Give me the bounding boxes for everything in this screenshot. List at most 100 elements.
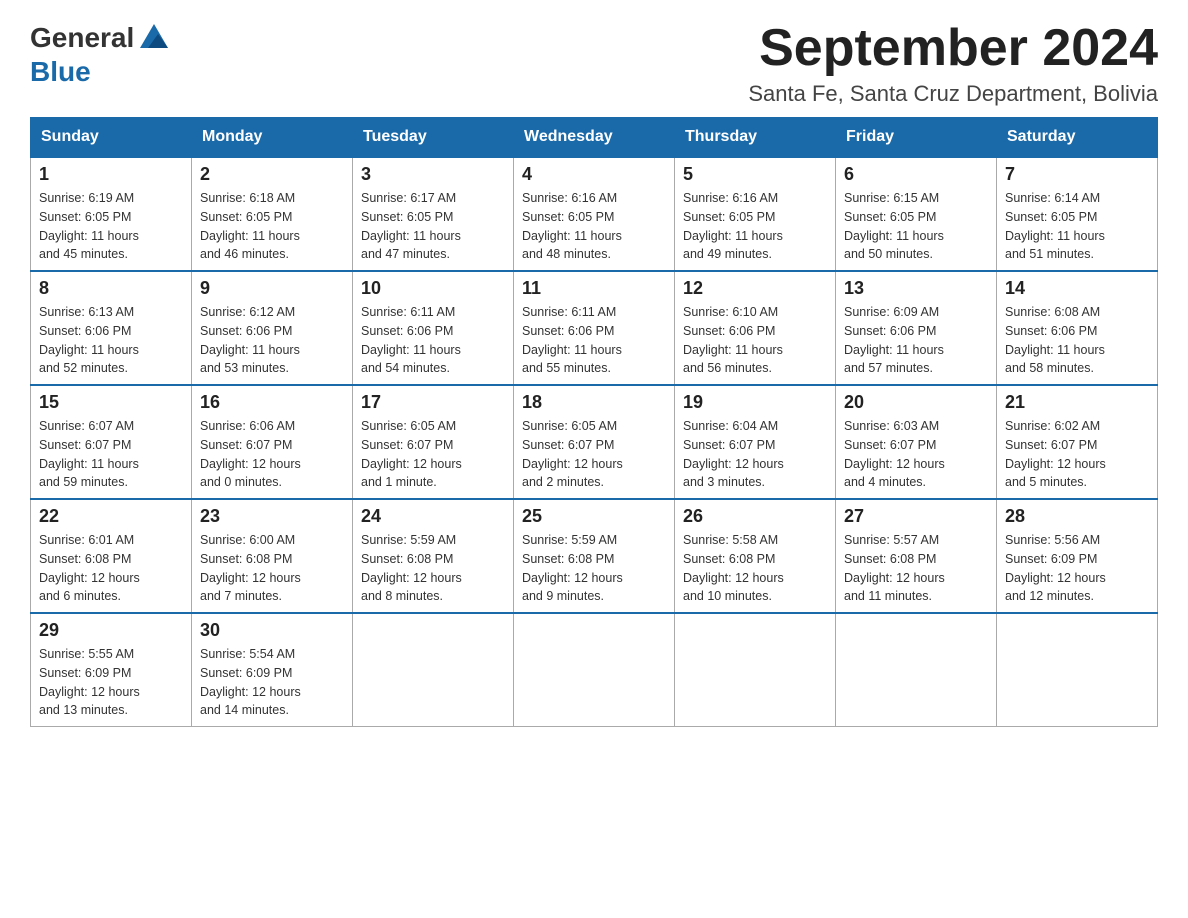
calendar-day-25: 25 Sunrise: 5:59 AM Sunset: 6:08 PM Dayli… — [514, 499, 675, 613]
day-number: 7 — [1005, 164, 1149, 185]
calendar-day-18: 18 Sunrise: 6:05 AM Sunset: 6:07 PM Dayli… — [514, 385, 675, 499]
day-number: 3 — [361, 164, 505, 185]
day-info: Sunrise: 5:58 AM Sunset: 6:08 PM Dayligh… — [683, 531, 827, 606]
day-number: 15 — [39, 392, 183, 413]
calendar-header-tuesday: Tuesday — [353, 118, 514, 158]
calendar-day-10: 10Sunrise: 6:11 AM Sunset: 6:06 PM Dayli… — [353, 271, 514, 385]
calendar-day-26: 26 Sunrise: 5:58 AM Sunset: 6:08 PM Dayli… — [675, 499, 836, 613]
day-info: Sunrise: 6:07 AM Sunset: 6:07 PM Dayligh… — [39, 417, 183, 492]
calendar-header-sunday: Sunday — [31, 118, 192, 158]
day-info: Sunrise: 6:03 AM Sunset: 6:07 PM Dayligh… — [844, 417, 988, 492]
day-info: Sunrise: 6:17 AM Sunset: 6:05 PM Dayligh… — [361, 189, 505, 264]
calendar-day-3: 3 Sunrise: 6:17 AM Sunset: 6:05 PM Daylig… — [353, 157, 514, 271]
day-info: Sunrise: 6:09 AM Sunset: 6:06 PM Dayligh… — [844, 303, 988, 378]
calendar-header-row: SundayMondayTuesdayWednesdayThursdayFrid… — [31, 118, 1158, 158]
location-title: Santa Fe, Santa Cruz Department, Bolivia — [748, 81, 1158, 107]
day-number: 30 — [200, 620, 344, 641]
day-number: 23 — [200, 506, 344, 527]
day-info: Sunrise: 6:15 AM Sunset: 6:05 PM Dayligh… — [844, 189, 988, 264]
calendar-day-8: 8 Sunrise: 6:13 AM Sunset: 6:06 PM Daylig… — [31, 271, 192, 385]
day-info: Sunrise: 6:11 AM Sunset: 6:06 PM Dayligh… — [361, 303, 505, 378]
day-number: 14 — [1005, 278, 1149, 299]
calendar-day-7: 7 Sunrise: 6:14 AM Sunset: 6:05 PM Daylig… — [997, 157, 1158, 271]
day-number: 18 — [522, 392, 666, 413]
calendar-day-28: 28Sunrise: 5:56 AM Sunset: 6:09 PM Dayli… — [997, 499, 1158, 613]
calendar-week-2: 8 Sunrise: 6:13 AM Sunset: 6:06 PM Daylig… — [31, 271, 1158, 385]
calendar-day-16: 16 Sunrise: 6:06 AM Sunset: 6:07 PM Dayli… — [192, 385, 353, 499]
day-number: 29 — [39, 620, 183, 641]
calendar-day-5: 5Sunrise: 6:16 AM Sunset: 6:05 PM Daylig… — [675, 157, 836, 271]
day-info: Sunrise: 6:01 AM Sunset: 6:08 PM Dayligh… — [39, 531, 183, 606]
calendar-table: SundayMondayTuesdayWednesdayThursdayFrid… — [30, 117, 1158, 727]
calendar-day-13: 13 Sunrise: 6:09 AM Sunset: 6:06 PM Dayli… — [836, 271, 997, 385]
calendar-header-wednesday: Wednesday — [514, 118, 675, 158]
logo: General Blue — [30, 20, 174, 88]
day-info: Sunrise: 6:14 AM Sunset: 6:05 PM Dayligh… — [1005, 189, 1149, 264]
calendar-day-9: 9 Sunrise: 6:12 AM Sunset: 6:06 PM Daylig… — [192, 271, 353, 385]
day-number: 16 — [200, 392, 344, 413]
calendar-day-14: 14 Sunrise: 6:08 AM Sunset: 6:06 PM Dayli… — [997, 271, 1158, 385]
day-number: 20 — [844, 392, 988, 413]
calendar-day-15: 15 Sunrise: 6:07 AM Sunset: 6:07 PM Dayli… — [31, 385, 192, 499]
day-info: Sunrise: 6:06 AM Sunset: 6:07 PM Dayligh… — [200, 417, 344, 492]
calendar-week-4: 22 Sunrise: 6:01 AM Sunset: 6:08 PM Dayli… — [31, 499, 1158, 613]
day-number: 4 — [522, 164, 666, 185]
calendar-week-1: 1Sunrise: 6:19 AM Sunset: 6:05 PM Daylig… — [31, 157, 1158, 271]
day-info: Sunrise: 5:59 AM Sunset: 6:08 PM Dayligh… — [361, 531, 505, 606]
calendar-empty — [353, 613, 514, 727]
calendar-day-30: 30 Sunrise: 5:54 AM Sunset: 6:09 PM Dayli… — [192, 613, 353, 727]
calendar-header-saturday: Saturday — [997, 118, 1158, 158]
day-info: Sunrise: 6:08 AM Sunset: 6:06 PM Dayligh… — [1005, 303, 1149, 378]
month-title: September 2024 — [748, 20, 1158, 77]
day-number: 9 — [200, 278, 344, 299]
calendar-day-11: 11Sunrise: 6:11 AM Sunset: 6:06 PM Dayli… — [514, 271, 675, 385]
logo-blue-text: Blue — [30, 56, 91, 87]
day-number: 11 — [522, 278, 666, 299]
day-number: 5 — [683, 164, 827, 185]
calendar-day-24: 24 Sunrise: 5:59 AM Sunset: 6:08 PM Dayli… — [353, 499, 514, 613]
day-number: 21 — [1005, 392, 1149, 413]
day-info: Sunrise: 6:12 AM Sunset: 6:06 PM Dayligh… — [200, 303, 344, 378]
day-info: Sunrise: 6:00 AM Sunset: 6:08 PM Dayligh… — [200, 531, 344, 606]
day-number: 13 — [844, 278, 988, 299]
day-number: 8 — [39, 278, 183, 299]
page-header: General Blue September 2024 Santa Fe, Sa… — [30, 20, 1158, 107]
calendar-day-1: 1Sunrise: 6:19 AM Sunset: 6:05 PM Daylig… — [31, 157, 192, 271]
day-number: 26 — [683, 506, 827, 527]
calendar-day-4: 4 Sunrise: 6:16 AM Sunset: 6:05 PM Daylig… — [514, 157, 675, 271]
calendar-empty — [514, 613, 675, 727]
day-info: Sunrise: 6:02 AM Sunset: 6:07 PM Dayligh… — [1005, 417, 1149, 492]
calendar-header-monday: Monday — [192, 118, 353, 158]
day-number: 17 — [361, 392, 505, 413]
calendar-day-29: 29 Sunrise: 5:55 AM Sunset: 6:09 PM Dayli… — [31, 613, 192, 727]
day-number: 27 — [844, 506, 988, 527]
day-info: Sunrise: 5:54 AM Sunset: 6:09 PM Dayligh… — [200, 645, 344, 720]
calendar-header-thursday: Thursday — [675, 118, 836, 158]
day-info: Sunrise: 6:05 AM Sunset: 6:07 PM Dayligh… — [522, 417, 666, 492]
day-info: Sunrise: 5:55 AM Sunset: 6:09 PM Dayligh… — [39, 645, 183, 720]
title-block: September 2024 Santa Fe, Santa Cruz Depa… — [748, 20, 1158, 107]
day-info: Sunrise: 5:56 AM Sunset: 6:09 PM Dayligh… — [1005, 531, 1149, 606]
day-number: 24 — [361, 506, 505, 527]
calendar-day-21: 21 Sunrise: 6:02 AM Sunset: 6:07 PM Dayli… — [997, 385, 1158, 499]
day-number: 22 — [39, 506, 183, 527]
calendar-day-23: 23 Sunrise: 6:00 AM Sunset: 6:08 PM Dayli… — [192, 499, 353, 613]
calendar-day-12: 12 Sunrise: 6:10 AM Sunset: 6:06 PM Dayli… — [675, 271, 836, 385]
day-info: Sunrise: 6:16 AM Sunset: 6:05 PM Dayligh… — [522, 189, 666, 264]
calendar-day-27: 27Sunrise: 5:57 AM Sunset: 6:08 PM Dayli… — [836, 499, 997, 613]
calendar-day-6: 6 Sunrise: 6:15 AM Sunset: 6:05 PM Daylig… — [836, 157, 997, 271]
day-number: 25 — [522, 506, 666, 527]
day-info: Sunrise: 6:04 AM Sunset: 6:07 PM Dayligh… — [683, 417, 827, 492]
day-number: 12 — [683, 278, 827, 299]
day-info: Sunrise: 6:05 AM Sunset: 6:07 PM Dayligh… — [361, 417, 505, 492]
calendar-empty — [675, 613, 836, 727]
day-info: Sunrise: 6:10 AM Sunset: 6:06 PM Dayligh… — [683, 303, 827, 378]
day-number: 6 — [844, 164, 988, 185]
calendar-empty — [836, 613, 997, 727]
day-info: Sunrise: 5:59 AM Sunset: 6:08 PM Dayligh… — [522, 531, 666, 606]
day-info: Sunrise: 6:13 AM Sunset: 6:06 PM Dayligh… — [39, 303, 183, 378]
day-info: Sunrise: 6:19 AM Sunset: 6:05 PM Dayligh… — [39, 189, 183, 264]
calendar-empty — [997, 613, 1158, 727]
calendar-day-17: 17 Sunrise: 6:05 AM Sunset: 6:07 PM Dayli… — [353, 385, 514, 499]
calendar-day-20: 20 Sunrise: 6:03 AM Sunset: 6:07 PM Dayli… — [836, 385, 997, 499]
